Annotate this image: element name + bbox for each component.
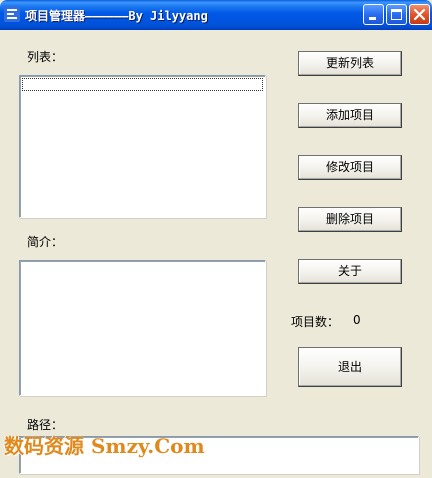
add-project-button[interactable]: 添加项目	[298, 103, 402, 128]
list-focus-row[interactable]	[22, 78, 263, 91]
window-title: 项目管理器——————By Jilyyang	[25, 9, 208, 23]
delete-project-button[interactable]: 删除项目	[298, 207, 402, 232]
exit-button[interactable]: 退出	[298, 347, 402, 387]
title-bar[interactable]: 项目管理器——————By Jilyyang	[0, 0, 432, 30]
maximize-icon	[391, 9, 402, 20]
list-label: 列表：	[27, 50, 64, 64]
about-button[interactable]: 关于	[298, 259, 402, 284]
maximize-button[interactable]	[386, 4, 407, 25]
close-button[interactable]	[409, 4, 430, 25]
project-count-value: 0	[353, 313, 361, 327]
project-count-label: 项目数：	[291, 315, 340, 329]
description-textarea[interactable]	[19, 260, 266, 396]
main-window: 项目管理器——————By Jilyyang 列表： 简介： 路径： 更新列表 …	[0, 0, 432, 478]
app-logo-icon[interactable]	[4, 6, 20, 22]
project-listbox[interactable]	[19, 75, 266, 218]
description-label: 简介：	[27, 235, 64, 249]
minimize-button[interactable]	[363, 4, 384, 25]
modify-project-button[interactable]: 修改项目	[298, 155, 402, 180]
watermark-text: 数码资源 Smzy.Com	[4, 434, 205, 458]
refresh-list-button[interactable]: 更新列表	[298, 51, 402, 76]
close-icon	[413, 8, 426, 21]
minimize-icon	[369, 17, 376, 20]
